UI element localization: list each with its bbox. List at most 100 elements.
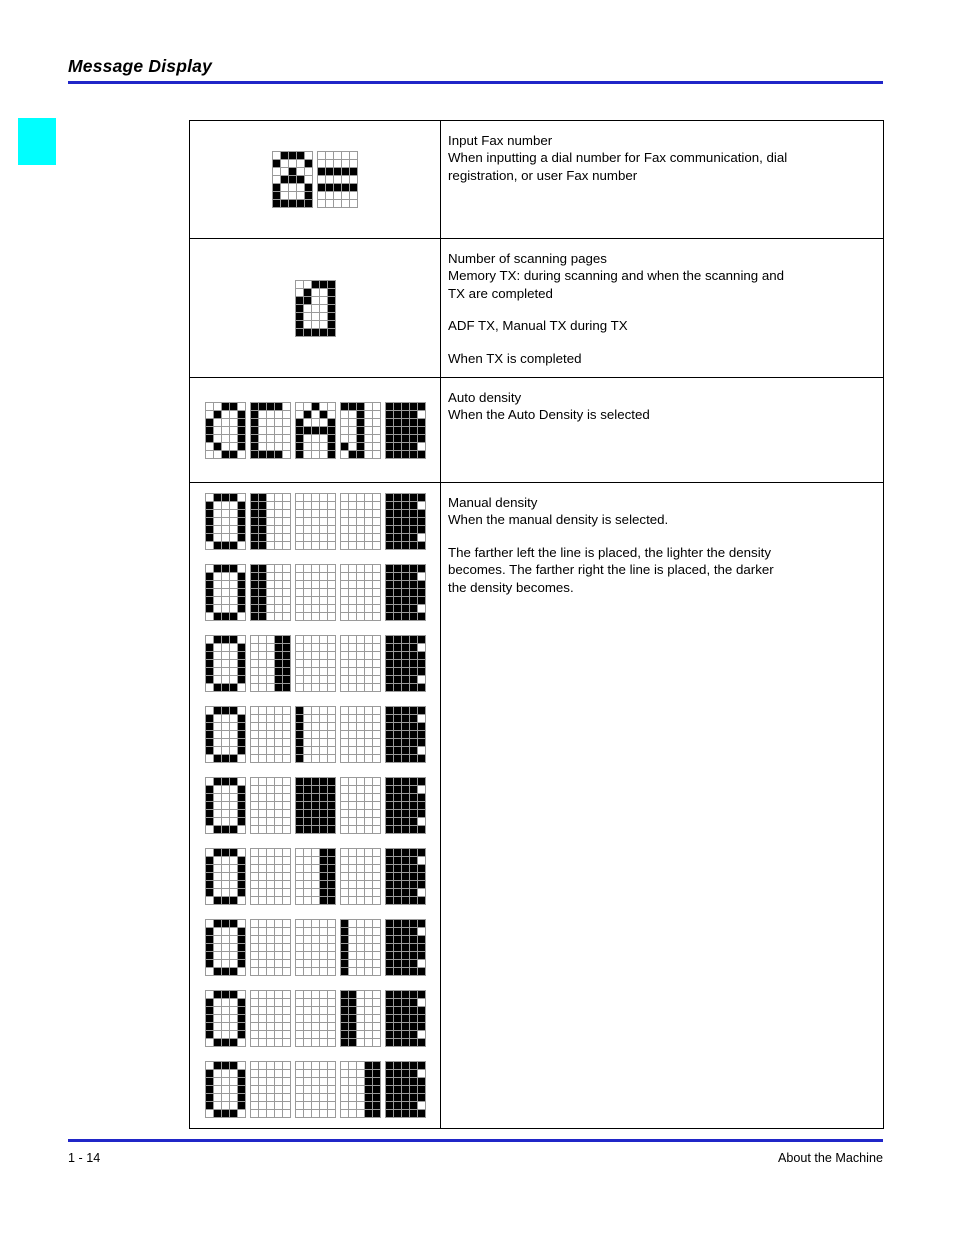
lcd-pixel (237, 644, 245, 652)
lcd-pixel (303, 715, 311, 723)
lcd-pixel (372, 1015, 380, 1023)
lcd-pixel (250, 510, 258, 518)
lcd-pixel (401, 510, 409, 518)
lcd-pixel (213, 502, 221, 510)
lcd-pixel (282, 426, 290, 434)
description-line: registration, or user Fax number (448, 167, 638, 183)
lcd-pixel (393, 747, 401, 755)
lcd-pixel (356, 778, 364, 786)
lcd-pixel (303, 402, 311, 410)
lcd-pixel (282, 494, 290, 502)
lcd-pixel (401, 991, 409, 999)
lcd-pixel (348, 849, 356, 857)
lcd-pixel (250, 1094, 258, 1102)
lcd-pixel (372, 644, 380, 652)
lcd-pixel (417, 857, 425, 865)
lcd-pixel (237, 410, 245, 418)
lcd-pixel (229, 1007, 237, 1015)
lcd-pixel (356, 936, 364, 944)
lcd-pixel (348, 944, 356, 952)
lcd-character-cell (384, 564, 426, 622)
lcd-pixel (356, 1023, 364, 1031)
lcd-character-cell (339, 919, 381, 977)
lcd-pixel (282, 660, 290, 668)
lcd-pixel (385, 928, 393, 936)
lcd-pixel (401, 684, 409, 692)
lcd-pixel (417, 668, 425, 676)
lcd-pixel (409, 534, 417, 542)
lcd-pixel (221, 897, 229, 905)
lcd-pixel (213, 652, 221, 660)
lcd-pixel (340, 786, 348, 794)
lcd-pixel (393, 952, 401, 960)
lcd-pixel (319, 723, 327, 731)
lcd-pixel (409, 684, 417, 692)
lcd-pixel (401, 802, 409, 810)
lcd-pixel (326, 152, 333, 159)
lcd-pixel (393, 510, 401, 518)
lcd-pixel (372, 889, 380, 897)
lcd-pixel (205, 534, 213, 542)
lcd-pixel (385, 731, 393, 739)
lcd-character-cell (294, 706, 336, 764)
lcd-pixel (250, 613, 258, 621)
lcd-pixel (250, 644, 258, 652)
lcd-pixel (340, 1039, 348, 1047)
lcd-pixel (417, 526, 425, 534)
lcd-pixel (364, 873, 372, 881)
lcd-pixel (221, 526, 229, 534)
lcd-pixel (319, 573, 327, 581)
lcd-pixel (340, 418, 348, 426)
lcd-pixel (266, 542, 274, 550)
lcd-pixel (221, 542, 229, 550)
lcd-pixel (205, 778, 213, 786)
lcd-pixel (327, 826, 335, 834)
lcd-pixel (340, 676, 348, 684)
lcd-pixel (213, 920, 221, 928)
lcd-pixel (221, 605, 229, 613)
lcd-pixel (237, 1039, 245, 1047)
lcd-pixel (221, 565, 229, 573)
lcd-pixel (409, 510, 417, 518)
lcd-pixel (250, 581, 258, 589)
lcd-pixel (385, 418, 393, 426)
lcd-pixel (401, 968, 409, 976)
lcd-pixel (364, 881, 372, 889)
lcd-pixel (311, 873, 319, 881)
lcd-pixel (205, 920, 213, 928)
lcd-pixel (221, 739, 229, 747)
lcd-pixel (372, 442, 380, 450)
description-line: When TX is completed (448, 350, 582, 366)
lcd-pixel (250, 747, 258, 755)
lcd-pixel (340, 944, 348, 952)
lcd-pixel (274, 668, 282, 676)
lcd-pixel (326, 176, 333, 183)
lcd-pixel (348, 565, 356, 573)
lcd-pixel (305, 168, 312, 175)
lcd-pixel (237, 676, 245, 684)
lcd-pixel (417, 494, 425, 502)
lcd-character-cell (249, 848, 291, 906)
lcd-pixel (266, 731, 274, 739)
lcd-pixel (221, 502, 229, 510)
lcd-pixel (281, 200, 288, 207)
lcd-pixel (409, 944, 417, 952)
lcd-pixel (258, 1094, 266, 1102)
lcd-pixel (303, 1039, 311, 1047)
lcd-pixel (417, 565, 425, 573)
lcd-pixel (282, 1078, 290, 1086)
lcd-pixel (393, 960, 401, 968)
lcd-pixel (295, 312, 303, 320)
lcd-pixel (409, 723, 417, 731)
lcd-pixel (417, 573, 425, 581)
lcd-pixel (409, 778, 417, 786)
lcd-pixel (327, 952, 335, 960)
lcd-pixel (221, 920, 229, 928)
lcd-pixel (311, 418, 319, 426)
lcd-pixel (401, 1094, 409, 1102)
lcd-pixel (401, 707, 409, 715)
lcd-pixel (213, 960, 221, 968)
lcd-pixel (229, 739, 237, 747)
lcd-pixel (229, 794, 237, 802)
lcd-pixel (356, 542, 364, 550)
